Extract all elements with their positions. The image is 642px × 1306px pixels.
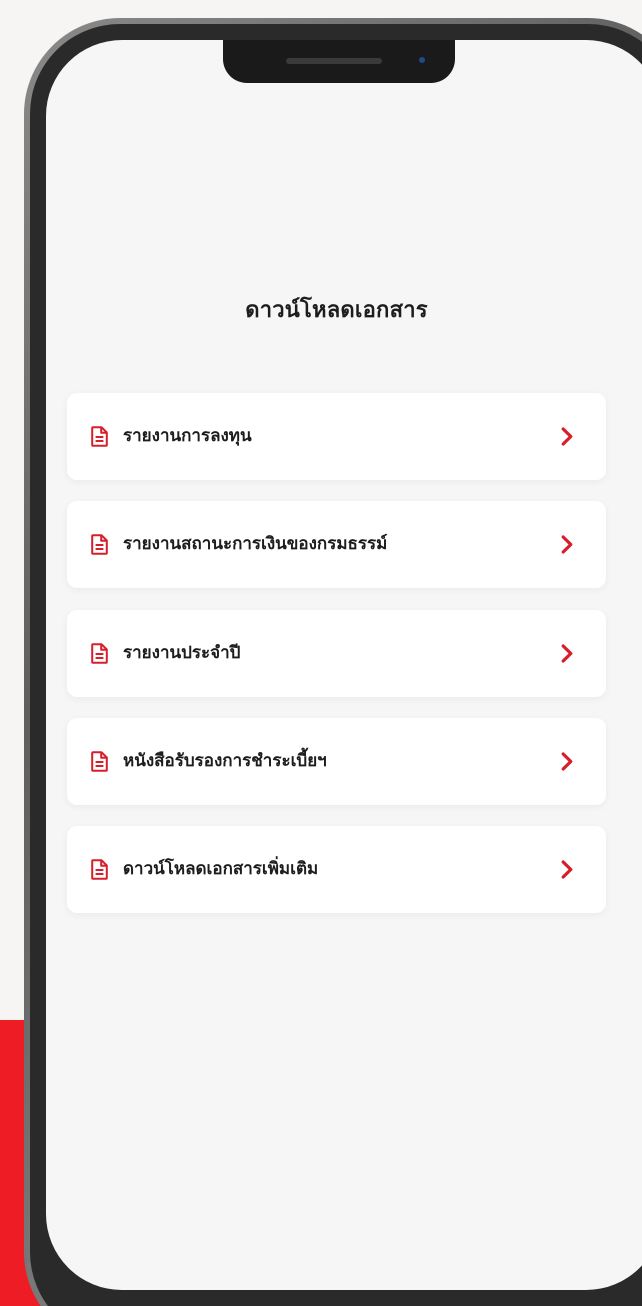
document-icon <box>91 534 108 555</box>
menu-item-policy-financial-status[interactable]: รายงานสถานะการเงินของกรมธรรม์ <box>67 501 606 588</box>
chevron-right-icon <box>561 427 573 446</box>
document-icon <box>91 643 108 664</box>
menu-item-label: รายงานประจำปี <box>123 643 241 663</box>
menu-item-label: หนังสือรับรองการชำระเบี้ยฯ <box>123 751 327 771</box>
document-icon <box>91 859 108 880</box>
page-title: ดาวน์โหลดเอกสาร <box>245 298 428 323</box>
speaker-grille <box>286 58 382 64</box>
chevron-right-icon <box>561 644 573 663</box>
menu-item-label: รายงานสถานะการเงินของกรมธรรม์ <box>123 534 388 554</box>
chevron-right-icon <box>561 752 573 771</box>
menu-item-additional-downloads[interactable]: ดาวน์โหลดเอกสารเพิ่มเติม <box>67 826 606 913</box>
menu-item-label: รายงานการลงทุน <box>123 426 252 446</box>
document-icon <box>91 751 108 772</box>
menu-item-annual-report[interactable]: รายงานประจำปี <box>67 610 606 697</box>
front-camera <box>419 57 425 63</box>
menu-item-premium-payment-certificate[interactable]: หนังสือรับรองการชำระเบี้ยฯ <box>67 718 606 805</box>
document-icon <box>91 426 108 447</box>
phone-notch <box>223 40 455 83</box>
menu-item-label: ดาวน์โหลดเอกสารเพิ่มเติม <box>123 859 319 879</box>
stage: ดาวน์โหลดเอกสาร รายงานการลงทุน รายงานสถา… <box>0 0 642 1306</box>
chevron-right-icon <box>561 860 573 879</box>
chevron-right-icon <box>561 535 573 554</box>
menu-item-investment-report[interactable]: รายงานการลงทุน <box>67 393 606 480</box>
